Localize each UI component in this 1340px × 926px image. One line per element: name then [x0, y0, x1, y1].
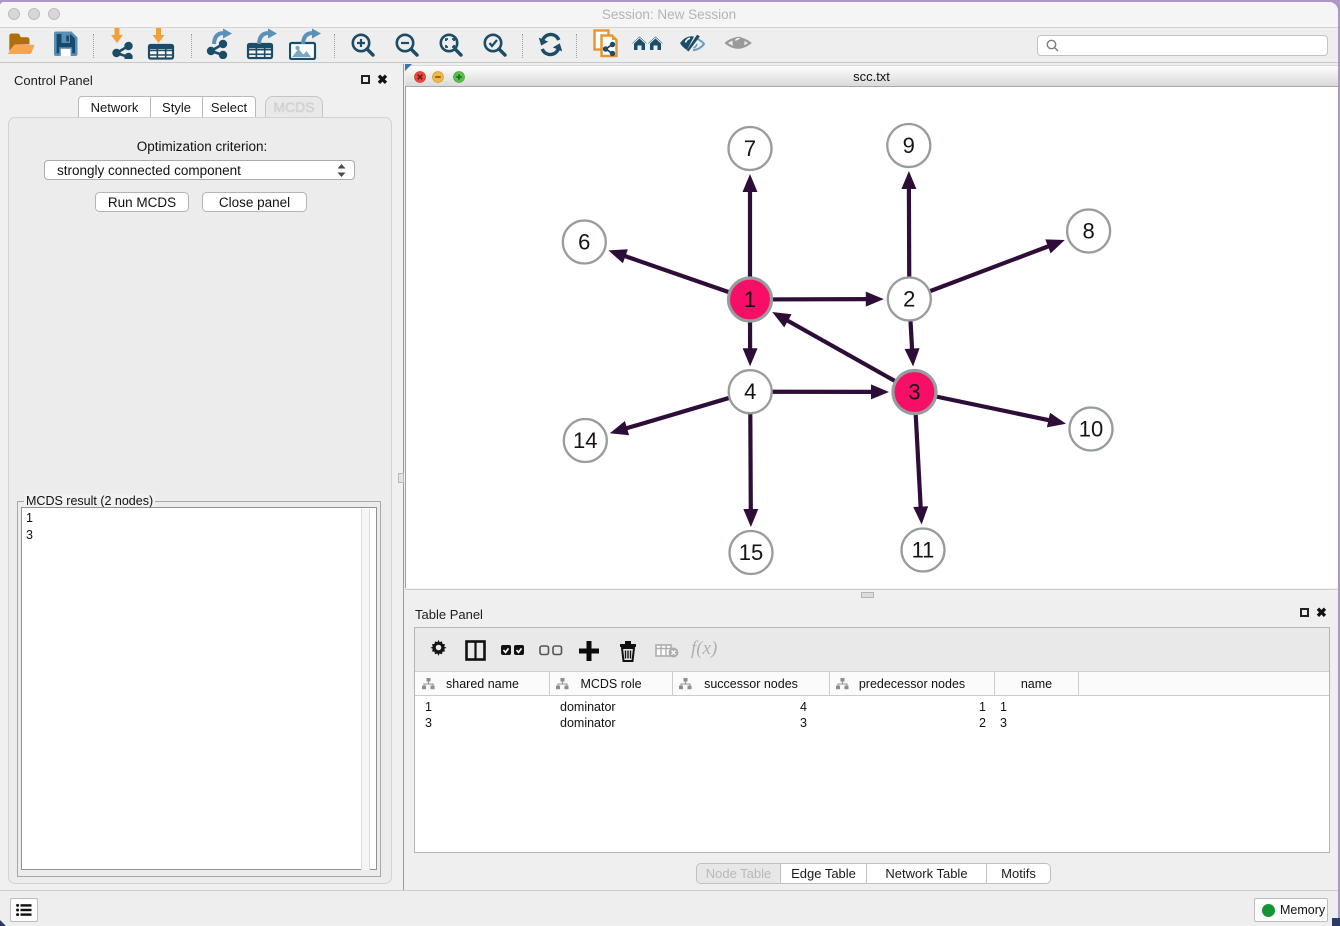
svg-text:11: 11 — [912, 538, 935, 563]
svg-text:1: 1 — [744, 287, 756, 312]
svg-text:10: 10 — [1079, 417, 1103, 442]
svg-text:3: 3 — [908, 380, 920, 405]
svg-text:15: 15 — [739, 540, 763, 565]
svg-text:2: 2 — [903, 287, 915, 312]
svg-text:6: 6 — [578, 230, 590, 255]
svg-text:9: 9 — [903, 133, 915, 158]
svg-text:8: 8 — [1082, 219, 1094, 244]
svg-text:14: 14 — [573, 428, 597, 453]
svg-text:4: 4 — [744, 379, 756, 404]
svg-text:7: 7 — [744, 136, 756, 161]
